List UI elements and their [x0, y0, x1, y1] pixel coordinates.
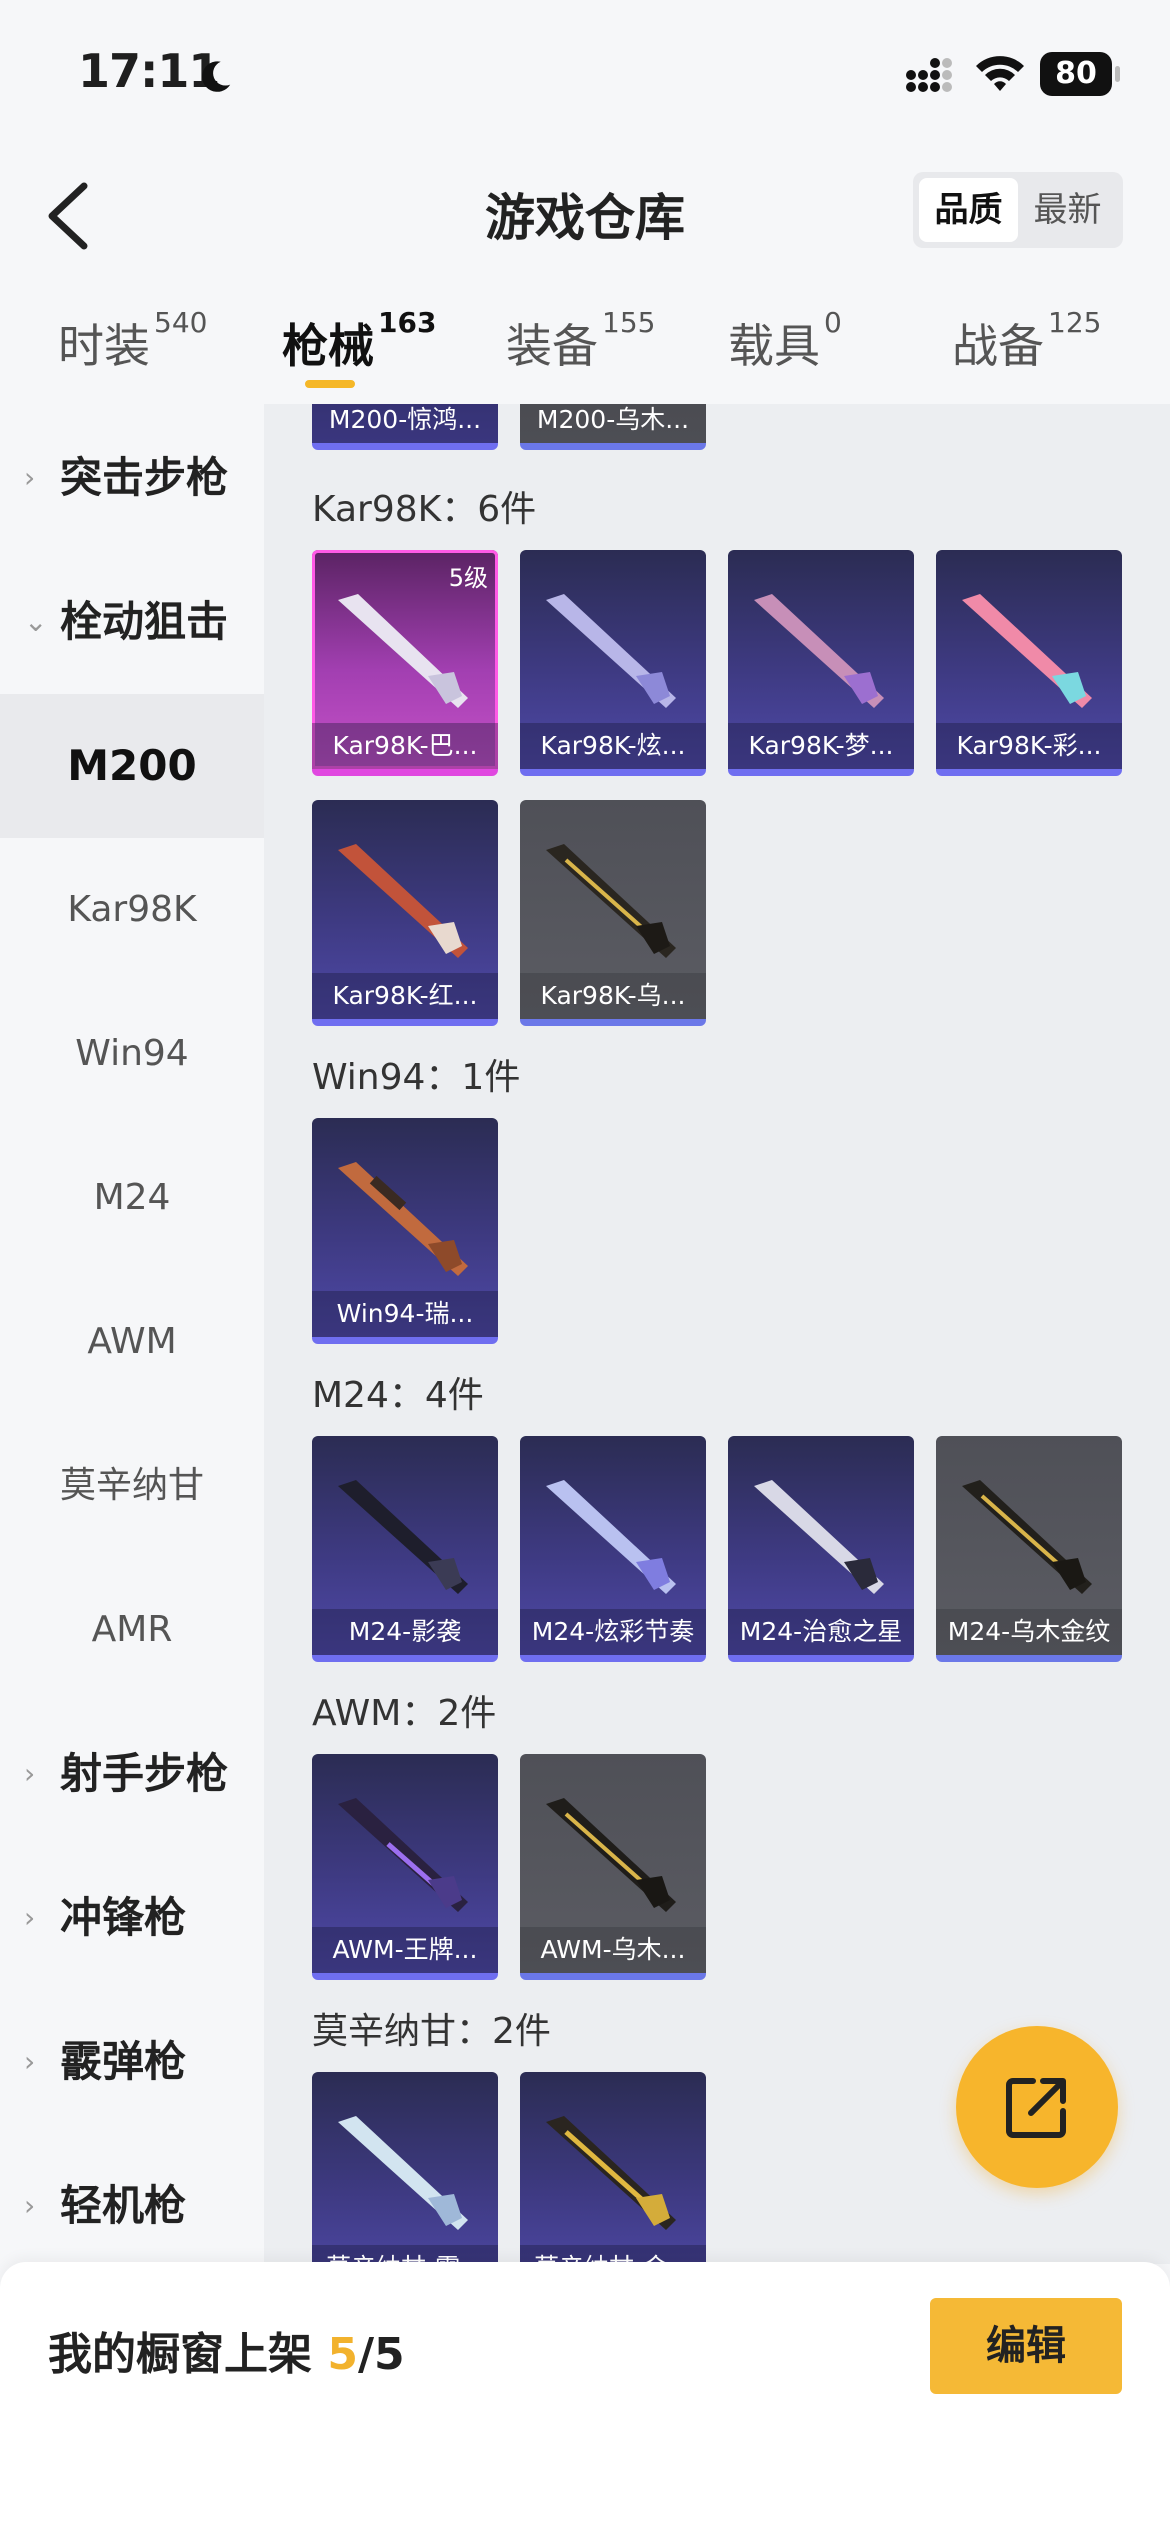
rifle-icon: [338, 844, 468, 958]
rifle-icon: [338, 1480, 468, 1594]
rifle-icon: [546, 594, 676, 708]
rifle-icon: [962, 1480, 1092, 1594]
sidebar-item-awm[interactable]: AWM: [0, 1270, 264, 1414]
chevron-right-icon: ›: [24, 2045, 36, 2078]
sort-toggle: 品质 最新: [913, 172, 1123, 248]
tab-fashion[interactable]: 时装 540: [58, 306, 207, 376]
rifle-icon: [546, 1480, 676, 1594]
rifle-icon: [962, 594, 1092, 708]
skin-name: Kar98K-巴...: [312, 723, 498, 769]
skin-card[interactable]: M200-乌木...: [520, 404, 706, 450]
skin-card[interactable]: 莫辛纳甘-霜...: [312, 2072, 498, 2264]
skin-card[interactable]: Kar98K-红...: [312, 800, 498, 1026]
chevron-right-icon: ›: [24, 1901, 36, 1934]
skin-name: Kar98K-炫...: [520, 723, 706, 769]
chevron-right-icon: ›: [24, 2189, 36, 2222]
sidebar-item-kar98k[interactable]: Kar98K: [0, 838, 264, 982]
rifle-icon: [754, 594, 884, 708]
sort-quality-option[interactable]: 品质: [919, 178, 1018, 242]
skin-name: AWM-乌木...: [520, 1927, 706, 1973]
sort-newest-option[interactable]: 最新: [1018, 178, 1117, 242]
tab-vehicles[interactable]: 载具 0: [728, 306, 842, 376]
chevron-down-icon: ⌄: [24, 605, 48, 638]
cellular-signal-icon: [906, 58, 952, 92]
skin-card[interactable]: M200-惊鸿...: [312, 404, 498, 450]
skin-card[interactable]: 莫辛纳甘-金...: [520, 2072, 706, 2264]
section-title-m24: M24：4件: [312, 1375, 484, 1416]
category-tabs: 时装 540 枪械 163 装备 155 载具 0 战备 125: [0, 290, 1170, 400]
moon-icon: [202, 61, 231, 92]
rifle-icon: [338, 594, 468, 708]
edit-button[interactable]: 编辑: [930, 2298, 1122, 2394]
skin-name: M24-影袭: [312, 1609, 498, 1655]
skin-card[interactable]: Kar98K-乌...: [520, 800, 706, 1026]
rifle-icon: [338, 1798, 468, 1912]
skin-card[interactable]: M24-治愈之星: [728, 1436, 914, 1662]
sidebar-item-mosin[interactable]: 莫辛纳甘: [0, 1414, 264, 1558]
rifle-icon: [546, 1798, 676, 1912]
sidebar-item-m200[interactable]: M200: [0, 694, 264, 838]
skin-card[interactable]: AWM-王牌...: [312, 1754, 498, 1980]
weapon-grid-area[interactable]: M200-惊鸿... M200-乌木... Kar98K：6件 5级 Kar98…: [264, 404, 1170, 2264]
skin-card[interactable]: AWM-乌木...: [520, 1754, 706, 1980]
section-title-awm: AWM：2件: [312, 1693, 497, 1734]
sidebar-item-amr[interactable]: AMR: [0, 1558, 264, 1702]
skin-card[interactable]: Kar98K-彩...: [936, 550, 1122, 776]
wifi-icon: [976, 56, 1024, 91]
battery-level: 80: [1040, 52, 1112, 96]
share-external-icon: [1006, 2078, 1066, 2138]
skin-card[interactable]: Win94-瑞...: [312, 1118, 498, 1344]
sidebar-item-assault-rifle[interactable]: › 突击步枪: [0, 406, 264, 550]
skin-card[interactable]: M24-炫彩节奏: [520, 1436, 706, 1662]
sidebar-item-smg[interactable]: › 冲锋枪: [0, 1846, 264, 1990]
tab-supplies[interactable]: 战备 125: [952, 306, 1101, 376]
status-bar: 17:11 80: [0, 0, 1170, 150]
sidebar-item-m24[interactable]: M24: [0, 1126, 264, 1270]
skin-name: AWM-王牌...: [312, 1927, 498, 1973]
share-button[interactable]: [956, 2026, 1118, 2188]
sidebar-item-shotgun[interactable]: › 霰弹枪: [0, 1990, 264, 2134]
skin-name: Win94-瑞...: [312, 1291, 498, 1337]
sidebar-item-lmg[interactable]: › 轻机枪: [0, 2134, 264, 2278]
sidebar-item-bolt-sniper[interactable]: ⌄ 栓动狙击: [0, 550, 264, 694]
rifle-icon: [546, 844, 676, 958]
section-title-win94: Win94：1件: [312, 1057, 521, 1098]
skin-name: M24-治愈之星: [728, 1609, 914, 1655]
nav-header: 游戏仓库 品质 最新: [0, 150, 1170, 280]
section-title-kar98k: Kar98K：6件: [312, 489, 537, 530]
skin-card[interactable]: Kar98K-梦...: [728, 550, 914, 776]
battery-icon: 80: [1040, 52, 1120, 96]
rifle-icon: [338, 1162, 468, 1276]
showcase-bar: 我的橱窗上架 5/5 编辑: [0, 2262, 1170, 2532]
tab-guns[interactable]: 枪械 163: [282, 306, 436, 376]
skin-name: Kar98K-彩...: [936, 723, 1122, 769]
weapon-type-sidebar: › 突击步枪 ⌄ 栓动狙击 M200 Kar98K Win94 M24 AWM 莫辛…: [0, 404, 264, 2264]
skin-name: M200-惊鸿...: [312, 404, 498, 443]
skin-card[interactable]: M24-影袭: [312, 1436, 498, 1662]
skin-card[interactable]: 5级 Kar98K-巴...: [312, 550, 498, 776]
skin-name: Kar98K-红...: [312, 973, 498, 1019]
chevron-right-icon: ›: [24, 461, 36, 494]
skin-name: Kar98K-乌...: [520, 973, 706, 1019]
tab-equipment[interactable]: 装备 155: [506, 306, 655, 376]
sidebar-item-win94[interactable]: Win94: [0, 982, 264, 1126]
skin-name: M24-乌木金纹: [936, 1609, 1122, 1655]
skin-card[interactable]: M24-乌木金纹: [936, 1436, 1122, 1662]
skin-card[interactable]: Kar98K-炫...: [520, 550, 706, 776]
skin-name: M200-乌木...: [520, 404, 706, 443]
active-tab-indicator: [305, 380, 355, 388]
showcase-count-label: 我的橱窗上架 5/5: [48, 2329, 405, 2380]
skin-name: Kar98K-梦...: [728, 723, 914, 769]
rifle-icon: [754, 1480, 884, 1594]
rifle-icon: [338, 2116, 468, 2230]
chevron-right-icon: ›: [24, 1757, 36, 1790]
section-title-mosin: 莫辛纳甘：2件: [312, 2011, 551, 2052]
skin-name: M24-炫彩节奏: [520, 1609, 706, 1655]
sidebar-item-marksman-rifle[interactable]: › 射手步枪: [0, 1702, 264, 1846]
rifle-icon: [546, 2116, 676, 2230]
